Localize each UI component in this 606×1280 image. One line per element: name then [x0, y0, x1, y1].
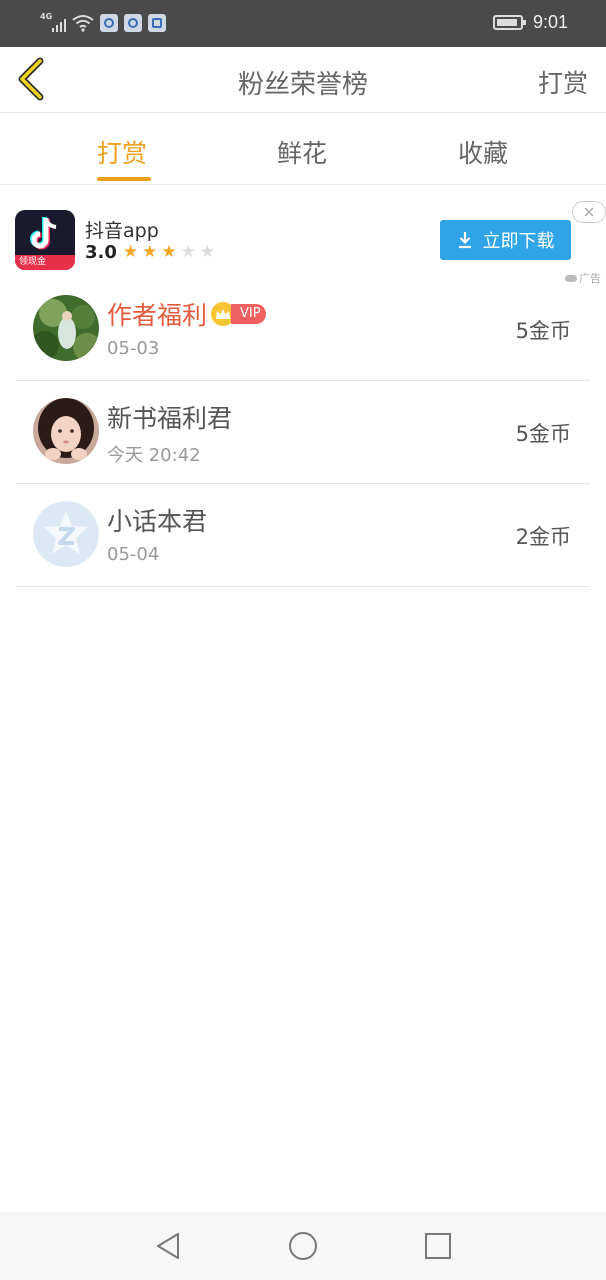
- status-bar: 4G 9:01: [0, 0, 606, 47]
- tip-date: 05-03: [107, 338, 160, 359]
- tip-button[interactable]: 打赏: [538, 64, 588, 100]
- battery-icon: [492, 15, 526, 30]
- star-empty-icon: ★: [180, 242, 196, 262]
- download-icon: [458, 232, 471, 249]
- tip-date: 今天 20:42: [107, 445, 201, 466]
- nav-recents-icon[interactable]: [422, 1230, 454, 1262]
- tab-tip[interactable]: 打赏: [97, 134, 147, 170]
- fan-name: 新书福利君: [107, 404, 233, 433]
- nav-back-icon[interactable]: [152, 1230, 184, 1262]
- notification-shield-icon: [148, 14, 166, 32]
- download-button-label: 立即下载: [482, 231, 555, 252]
- tab-favorites[interactable]: 收藏: [458, 134, 508, 170]
- fan-ranking-list: 作者福利 VIP 05-03 5金币 新书福利君 今天 20:42 5金币 小话…: [16, 278, 590, 587]
- system-navigation-bar: [0, 1212, 606, 1280]
- active-tab-indicator: [97, 177, 151, 181]
- star-filled-icon: ★: [142, 242, 158, 262]
- avatar[interactable]: [33, 295, 99, 361]
- tab-bar: 打赏 鲜花 收藏: [0, 114, 606, 185]
- star-filled-icon: ★: [122, 242, 139, 262]
- fan-name: 作者福利: [107, 301, 208, 330]
- clock: 9:01: [532, 12, 568, 32]
- list-item[interactable]: 新书福利君 今天 20:42 5金币: [16, 381, 590, 484]
- network-type: 4G: [40, 12, 53, 21]
- tab-flowers[interactable]: 鲜花: [277, 134, 327, 170]
- douyin-app-icon[interactable]: 领现金: [15, 210, 75, 270]
- ad-banner[interactable]: 领现金 抖音app 3.0 ★ ★ ★ ★ ★ 立即下载 广告: [0, 190, 606, 286]
- list-item[interactable]: 作者福利 VIP 05-03 5金币: [16, 278, 590, 381]
- avatar[interactable]: [33, 398, 99, 464]
- star-empty-icon: ★: [199, 242, 216, 262]
- ad-close-button[interactable]: [572, 201, 606, 223]
- tip-date: 05-04: [107, 544, 160, 565]
- page-title: 粉丝荣誉榜: [237, 70, 368, 100]
- default-avatar-icon[interactable]: [33, 501, 99, 567]
- ad-icon-badge: 领现金: [15, 255, 75, 270]
- star-filled-icon: ★: [161, 242, 177, 262]
- nav-home-icon[interactable]: [287, 1230, 319, 1262]
- close-icon: [584, 207, 594, 217]
- ad-app-name[interactable]: 抖音app: [85, 216, 159, 243]
- tip-amount: 5金币: [515, 422, 571, 446]
- tip-amount: 5金币: [515, 319, 571, 343]
- notification-app-icon: [100, 14, 118, 32]
- wifi-icon: [72, 15, 94, 32]
- list-item[interactable]: 小话本君 05-04 2金币: [16, 484, 590, 587]
- fan-name: 小话本君: [107, 507, 208, 536]
- vip-badge: VIP: [231, 304, 266, 324]
- ad-rating-score: 3.0: [85, 242, 117, 263]
- signal-icon: 4G: [40, 12, 66, 34]
- notification-app-icon: [124, 14, 142, 32]
- tip-amount: 2金币: [515, 525, 571, 549]
- app-header: 粉丝荣誉榜 打赏: [0, 47, 606, 113]
- ad-rating: 3.0 ★ ★ ★ ★ ★: [85, 242, 215, 263]
- download-button[interactable]: 立即下载: [440, 220, 571, 260]
